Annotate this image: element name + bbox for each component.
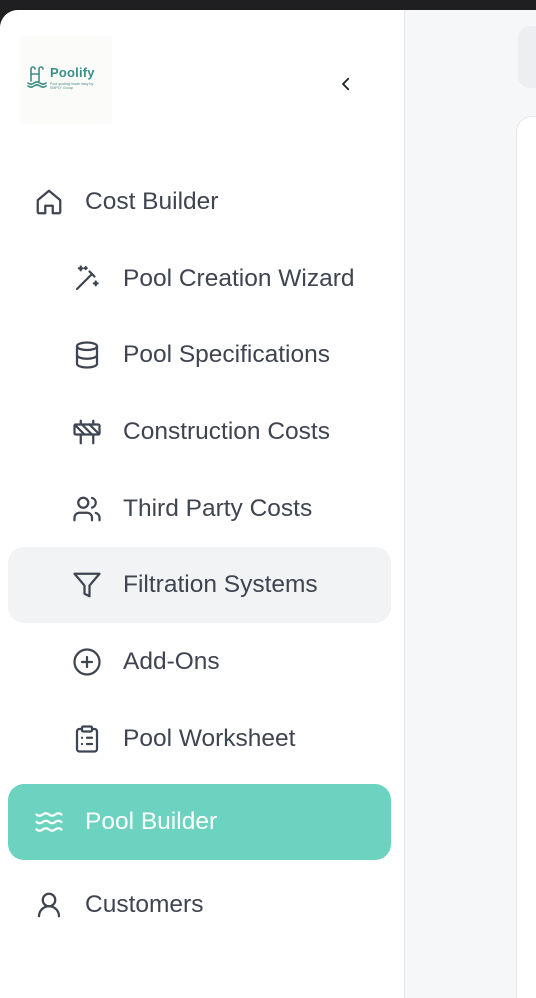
app-window: Poolify Pool quoting made easy by SMPLY … [0,10,536,998]
nav-item-pool-worksheet[interactable]: Pool Worksheet [8,701,391,777]
nav-item-label: Add-Ons [123,648,220,675]
main-content-card [516,116,536,998]
magic-wand-icon [70,262,104,296]
nav-item-label: Pool Worksheet [123,725,296,752]
user-icon [32,888,66,922]
chevron-left-icon [342,77,350,91]
nav-item-pool-creation-wizard[interactable]: Pool Creation Wizard [8,241,391,317]
nav-item-label: Third Party Costs [123,495,313,522]
nav-item-construction-costs[interactable]: Construction Costs [8,394,391,470]
nav-item-label: Customers [85,891,204,918]
logo-tagline: Pool quoting made easy by SMPLY Group [50,82,94,90]
poolify-logo[interactable]: Poolify Pool quoting made easy by SMPLY … [20,36,112,124]
nav-item-pool-builder[interactable]: Pool Builder [8,784,391,860]
clipboard-list-icon [70,722,104,756]
nav-item-filtration-systems[interactable]: Filtration Systems [8,547,391,623]
construction-barrier-icon [70,415,104,449]
waves-icon [32,805,66,839]
nav-item-add-ons[interactable]: Add-Ons [8,624,391,700]
nav-item-label: Pool Specifications [123,341,331,368]
collapse-sidebar-button[interactable] [330,68,362,100]
nav-item-label: Pool Builder [85,808,218,835]
nav-item-label: Pool Creation Wizard [123,265,355,292]
home-icon [32,185,66,219]
plus-circle-icon [70,645,104,679]
nav-item-pool-specifications[interactable]: Pool Specifications [8,317,391,393]
nav-item-third-party-costs[interactable]: Third Party Costs [8,471,391,547]
top-bar-panel [518,26,536,88]
nav-item-label: Cost Builder [85,188,219,215]
nav-item-label: Filtration Systems [123,571,318,598]
database-icon [70,338,104,372]
users-icon [70,492,104,526]
nav-item-cost-builder[interactable]: Cost Builder [8,164,391,240]
sidebar: Poolify Pool quoting made easy by SMPLY … [0,10,405,998]
pool-ladder-icon [27,66,47,88]
nav-item-customers[interactable]: Customers [8,867,391,943]
logo-name: Poolify [50,65,95,80]
filter-icon [70,568,104,602]
nav-item-label: Construction Costs [123,418,330,445]
